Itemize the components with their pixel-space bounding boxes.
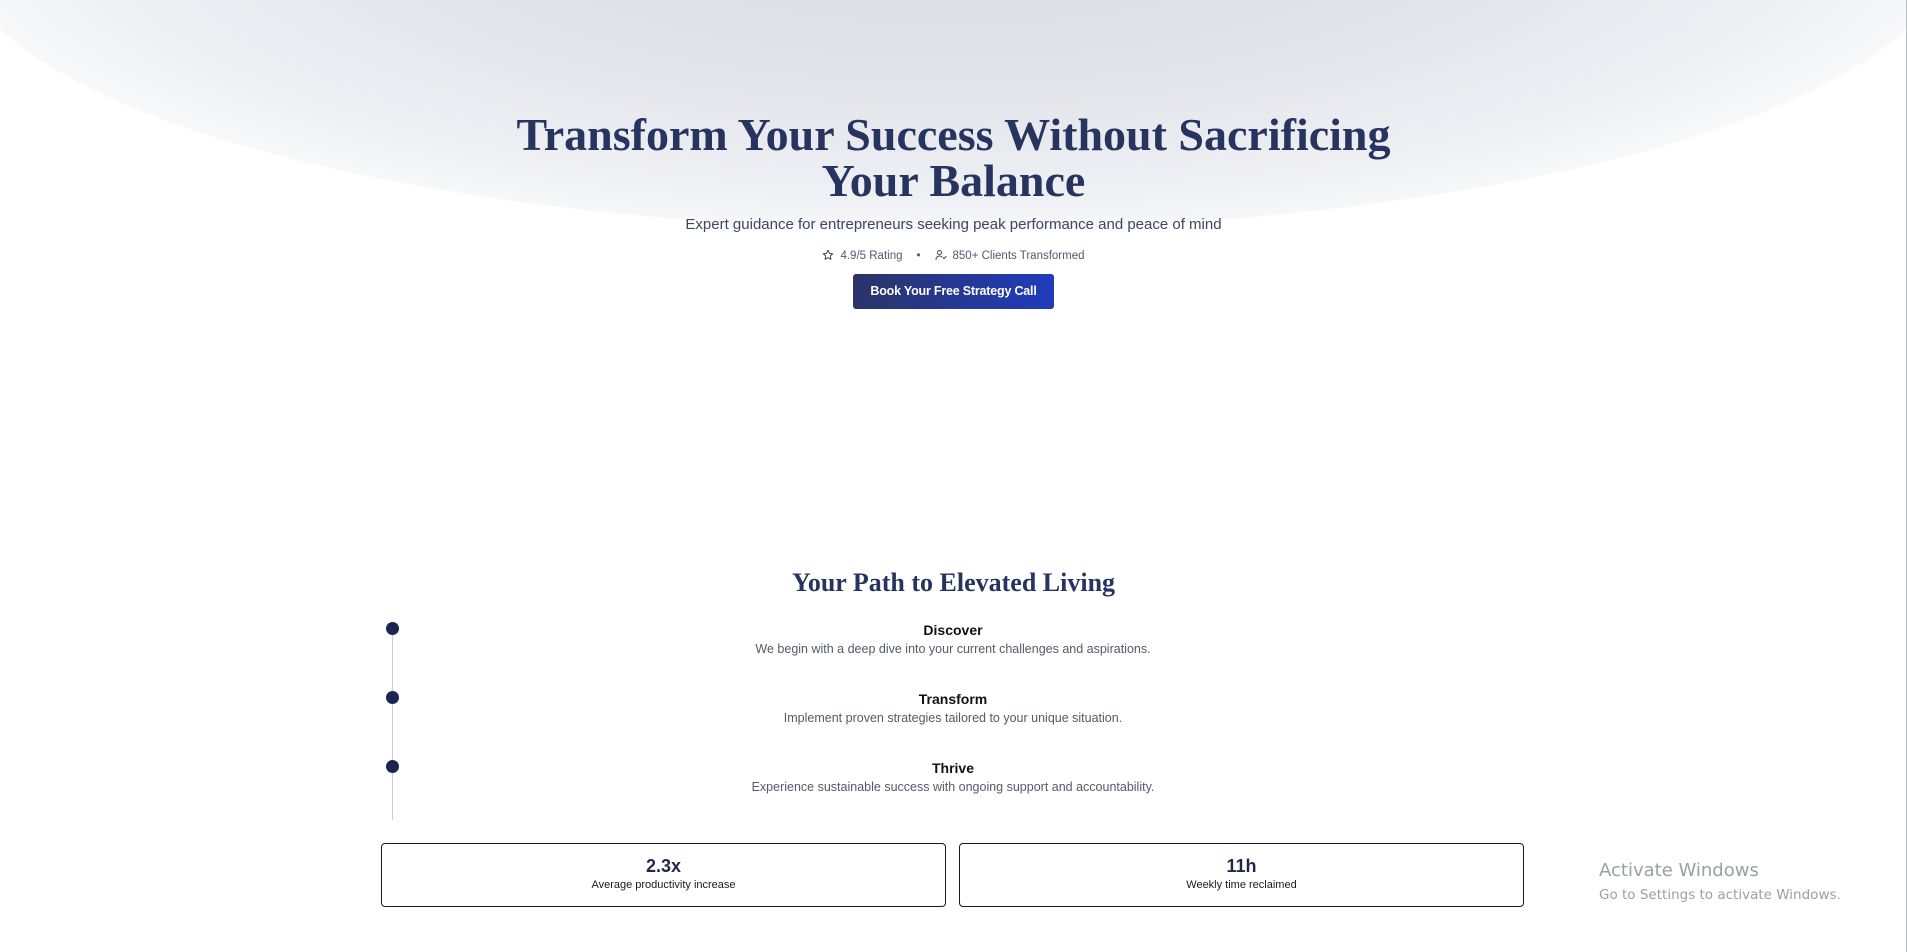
hero-section: Transform Your Success Without Sacrifici…	[0, 112, 1907, 309]
star-outline-icon	[822, 249, 834, 262]
step-description: Experience sustainable success with ongo…	[751, 780, 1155, 794]
watermark-subtitle: Go to Settings to activate Windows.	[1599, 887, 1841, 903]
step-title: Thrive	[931, 760, 974, 776]
timeline-step-thrive: Thrive Experience sustainable success wi…	[381, 760, 1525, 820]
step-description: Implement proven strategies tailored to …	[783, 711, 1123, 725]
step-description: We begin with a deep dive into your curr…	[755, 642, 1151, 656]
page: Transform Your Success Without Sacrifici…	[0, 0, 1907, 952]
step-title: Transform	[918, 691, 988, 707]
clients-text: 850+ Clients Transformed	[952, 249, 1085, 262]
timeline-step-discover: Discover We begin with a deep dive into …	[381, 622, 1525, 682]
stats-section: 2.3x Average productivity increase 11h W…	[381, 843, 1525, 907]
path-section: Your Path to Elevated Living Discover We…	[0, 568, 1907, 820]
hero-title: Transform Your Success Without Sacrifici…	[516, 109, 1391, 206]
user-check-icon	[935, 249, 947, 262]
activate-windows-watermark: Activate Windows Go to Settings to activ…	[1599, 860, 1841, 903]
stat-card-productivity: 2.3x Average productivity increase	[381, 843, 946, 907]
trust-indicators: 4.9/5 Rating • 850+ Clients Transformed	[0, 249, 1907, 262]
hero-subtitle: Expert guidance for entrepreneurs seekin…	[685, 216, 1222, 233]
book-strategy-call-button[interactable]: Book Your Free Strategy Call	[853, 274, 1054, 309]
stat-card-time-reclaimed: 11h Weekly time reclaimed	[959, 843, 1524, 907]
stat-value: 2.3x	[645, 856, 682, 876]
stat-value: 11h	[1226, 856, 1257, 876]
step-title: Discover	[923, 622, 983, 638]
path-title: Your Path to Elevated Living	[791, 568, 1116, 597]
timeline-step-transform: Transform Implement proven strategies ta…	[381, 691, 1525, 751]
stat-label: Average productivity increase	[591, 879, 736, 891]
watermark-title: Activate Windows	[1599, 860, 1759, 881]
trust-separator: •	[916, 249, 921, 262]
stat-label: Weekly time reclaimed	[1186, 879, 1297, 891]
rating-text: 4.9/5 Rating	[840, 249, 903, 262]
timeline: Discover We begin with a deep dive into …	[381, 622, 1525, 820]
